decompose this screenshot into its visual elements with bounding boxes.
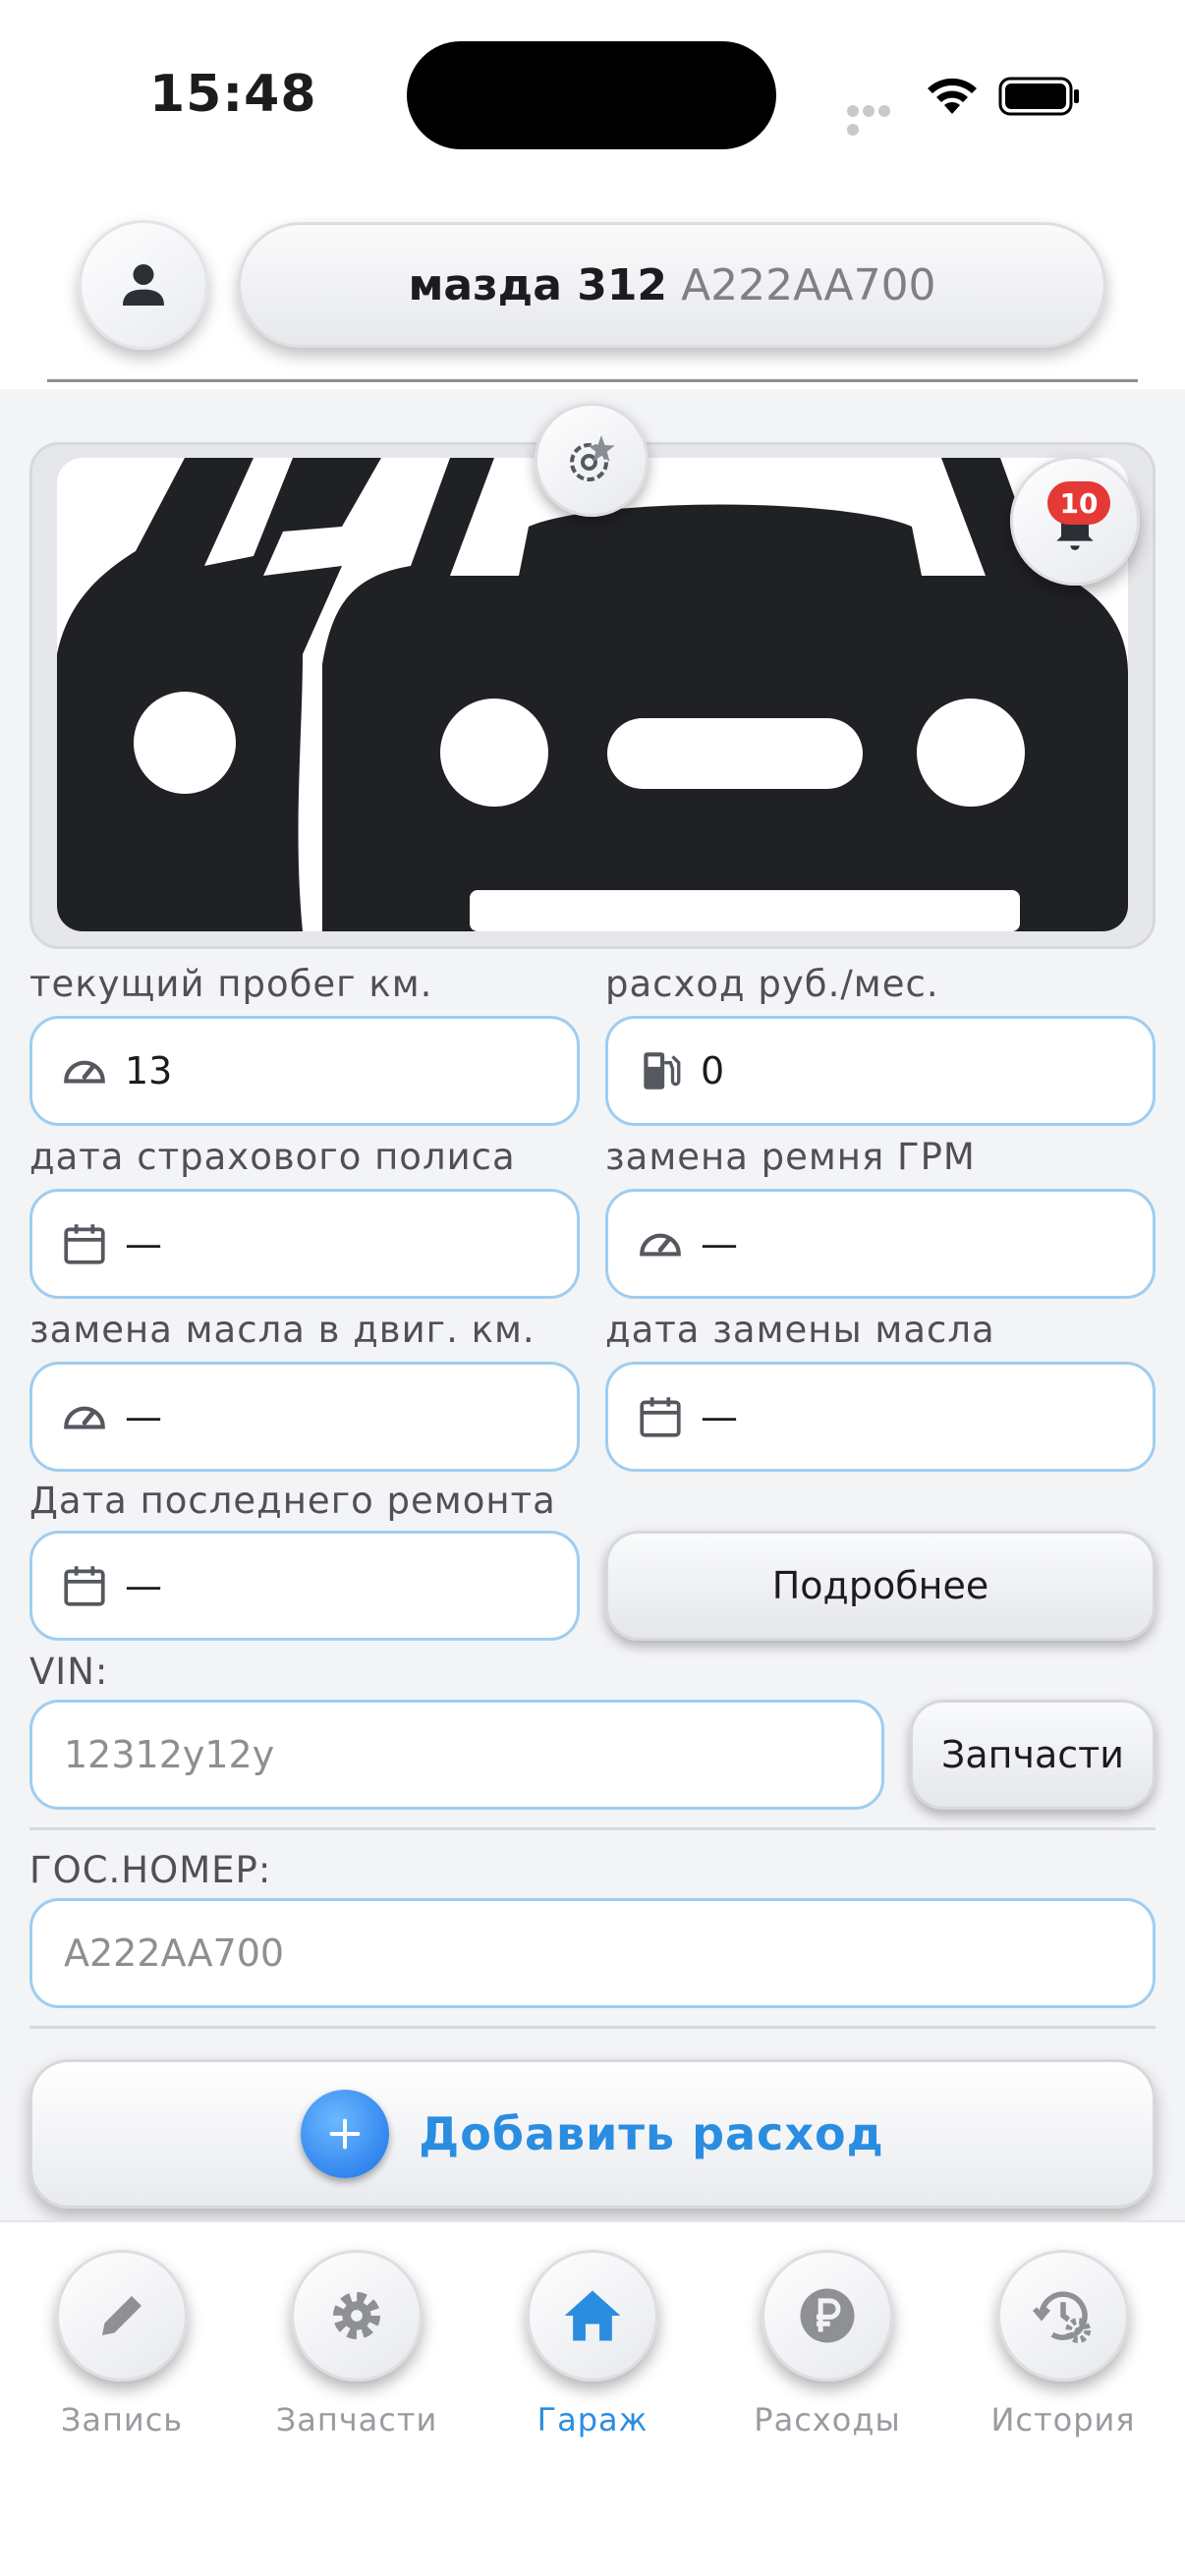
timing-belt-value: — — [701, 1222, 738, 1265]
timing-belt-label: замена ремня ГРМ — [605, 1136, 976, 1178]
status-time: 15:48 — [149, 65, 317, 124]
header-divider — [47, 379, 1138, 382]
mileage-value: 13 — [125, 1049, 173, 1092]
mileage-label: текущий пробег км. — [29, 963, 433, 1005]
last-repair-field[interactable]: — — [29, 1531, 580, 1641]
oil-date-field[interactable]: — — [605, 1362, 1156, 1472]
last-repair-label: Дата последнего ремонта — [29, 1480, 556, 1522]
nav-item-expenses[interactable]: Расходы — [729, 2250, 926, 2466]
change-photo-button[interactable] — [535, 403, 649, 517]
plus-icon — [301, 2090, 390, 2178]
car-model: мазда 312 — [408, 259, 668, 310]
history-icon — [1033, 2291, 1092, 2344]
nav-label: Гараж — [536, 2401, 649, 2438]
car-selector[interactable]: мазда 312 A222AA700 — [238, 222, 1106, 348]
person-icon — [123, 264, 164, 306]
gear-star-icon — [570, 435, 615, 481]
insurance-value: — — [125, 1222, 162, 1265]
nav-label: Расходы — [754, 2401, 901, 2438]
plate-input[interactable]: A222AA700 — [29, 1898, 1156, 2008]
pencil-icon — [102, 2296, 141, 2335]
speedometer-icon — [64, 1060, 105, 1084]
vin-input[interactable]: 12312y12y — [29, 1700, 884, 1810]
nav-item-record[interactable]: Запись — [24, 2250, 220, 2466]
nav-item-history[interactable]: История — [965, 2250, 1161, 2466]
nav-label: Запись — [60, 2401, 184, 2438]
timing-belt-field[interactable]: — — [605, 1189, 1156, 1299]
add-expense-button[interactable]: Добавить расход — [29, 2059, 1156, 2209]
calendar-icon — [640, 1397, 681, 1437]
calendar-icon — [64, 1224, 105, 1264]
parts-button[interactable]: Запчасти — [910, 1700, 1156, 1810]
mileage-field[interactable]: 13 — [29, 1016, 580, 1126]
oil-km-value: — — [125, 1395, 162, 1438]
oil-date-value: — — [701, 1395, 738, 1438]
oil-km-label: замена масла в двиг. км. — [29, 1309, 536, 1351]
insurance-label: дата страхового полиса — [29, 1136, 516, 1178]
dynamic-island — [407, 41, 776, 149]
divider — [29, 2026, 1156, 2029]
insurance-date-field[interactable]: — — [29, 1189, 580, 1299]
vin-label: VIN: — [29, 1651, 109, 1693]
home-icon — [564, 2290, 621, 2341]
oil-date-label: дата замены масла — [605, 1309, 995, 1351]
nav-item-garage[interactable]: Гараж — [494, 2250, 691, 2466]
oil-km-field[interactable]: — — [29, 1362, 580, 1472]
details-button[interactable]: Подробнее — [605, 1531, 1156, 1641]
expense-label: расход руб./мес. — [605, 963, 939, 1005]
nav-label: История — [990, 2401, 1136, 2438]
calendar-icon — [64, 1566, 105, 1606]
divider — [29, 1827, 1156, 1830]
car-plate: A222AA700 — [681, 259, 936, 310]
plate-label: ГОС.НОМЕР: — [29, 1849, 272, 1891]
nav-item-parts[interactable]: Запчасти — [258, 2250, 455, 2466]
speedometer-icon — [64, 1406, 105, 1429]
expense-field[interactable]: 0 — [605, 1016, 1156, 1126]
notification-badge: 10 — [1047, 481, 1110, 525]
nav-label: Запчасти — [275, 2401, 438, 2438]
battery-icon — [998, 77, 1079, 116]
signal-icon — [847, 102, 908, 136]
ruble-icon — [800, 2288, 855, 2343]
profile-button[interactable] — [79, 220, 208, 350]
last-repair-value: — — [125, 1564, 162, 1607]
speedometer-icon — [640, 1233, 681, 1257]
cars-image — [57, 458, 1128, 931]
expense-value: 0 — [701, 1049, 725, 1092]
add-expense-label: Добавить расход — [419, 2107, 884, 2160]
fuel-pump-icon — [644, 1052, 681, 1090]
wifi-icon — [928, 78, 977, 114]
car-photo[interactable] — [57, 458, 1128, 931]
gear-icon — [333, 2292, 380, 2339]
